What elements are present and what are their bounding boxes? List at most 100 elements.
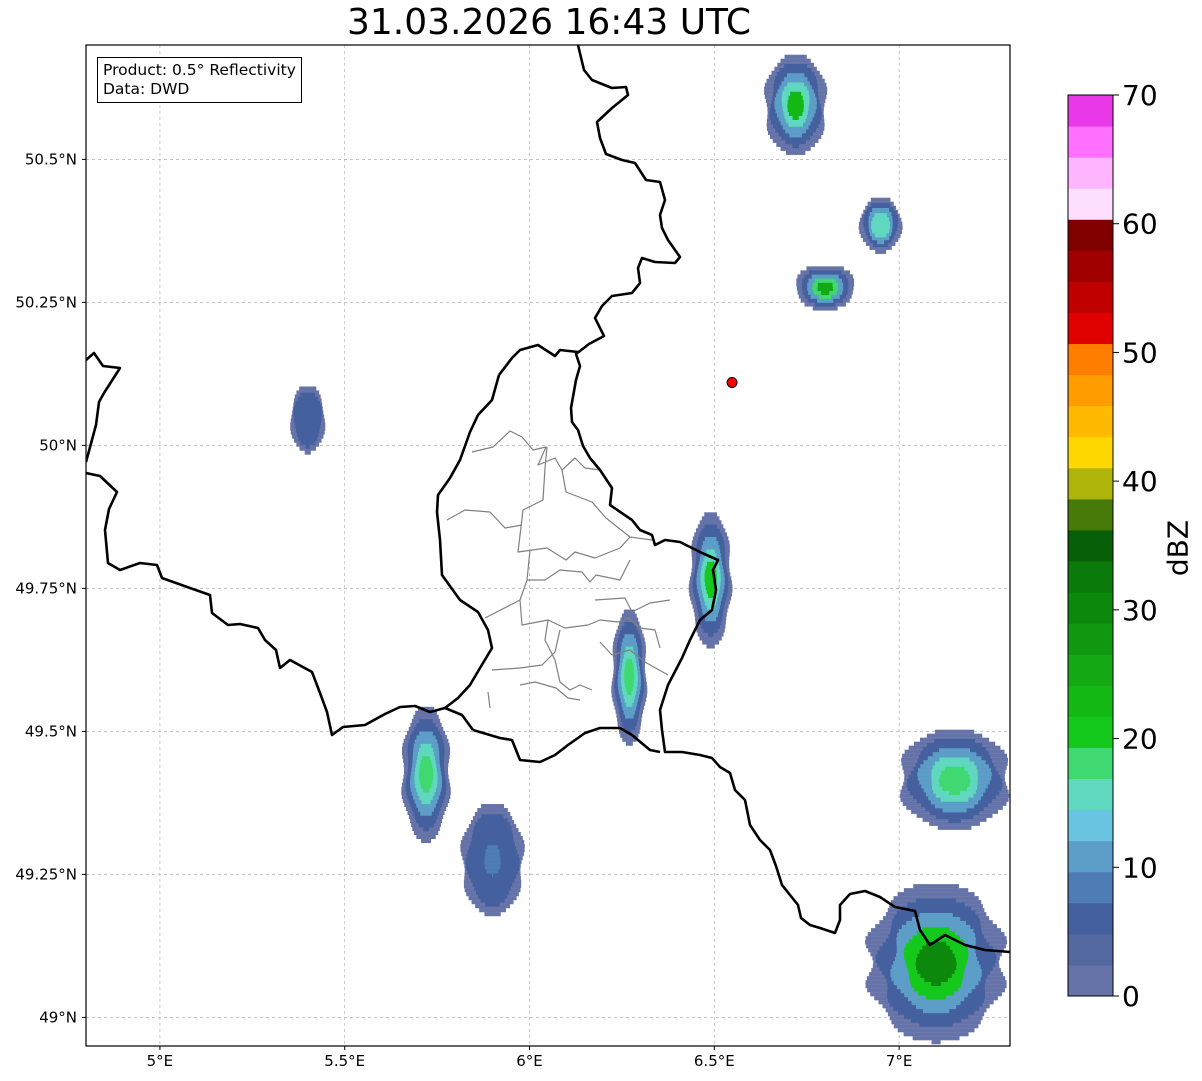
precip-bin — [939, 757, 970, 762]
precip-bin — [821, 290, 830, 296]
precip-bin — [416, 834, 436, 839]
colorbar-swatch — [1068, 871, 1113, 904]
colorbar-tick-label: 0 — [1122, 980, 1140, 1013]
precip-bin — [919, 1022, 953, 1027]
precip-bin — [819, 294, 832, 299]
precip-bin — [910, 1018, 962, 1023]
colorbar-swatch — [1068, 95, 1113, 127]
precip-bin — [922, 1008, 950, 1014]
precip-bin — [420, 811, 432, 816]
precip-bin — [299, 386, 317, 391]
colorbar-swatch — [1068, 685, 1113, 717]
precip-bin — [421, 838, 431, 843]
lat-tick-label: 49.25°N — [15, 865, 77, 883]
precip-bin — [701, 516, 720, 521]
precip-bin — [419, 719, 433, 724]
colorbar-swatch — [1068, 840, 1113, 873]
precip-bin — [623, 694, 636, 699]
precip-bin — [419, 768, 433, 773]
precip-bin — [786, 73, 805, 78]
precip-bin — [942, 808, 967, 813]
precip-bin — [303, 411, 312, 416]
precip-bin — [481, 804, 505, 809]
precip-bin — [925, 995, 947, 1000]
colorbar-swatch — [1068, 374, 1113, 407]
lon-tick-label: 7°E — [886, 1052, 913, 1070]
precip-bin — [937, 825, 972, 830]
precip-bin — [419, 795, 433, 801]
precip-bin — [944, 766, 965, 771]
precip-bin — [903, 1032, 969, 1037]
precip-bin — [874, 222, 887, 227]
precip-bin — [297, 396, 318, 401]
precip-bin — [620, 717, 638, 723]
precip-bin — [708, 632, 714, 637]
colorbar-tick-label: 40 — [1122, 465, 1158, 498]
precip-bin — [701, 528, 720, 533]
precip-bin — [477, 818, 508, 823]
colorbar-swatch — [1068, 467, 1113, 500]
precip-bin — [302, 419, 313, 424]
precip-bin — [784, 54, 807, 59]
precip-bin — [702, 640, 720, 645]
precip-bin — [939, 774, 970, 779]
colorbar-tick-label: 50 — [1122, 336, 1158, 369]
precip-bin — [907, 902, 965, 907]
precip-bin — [481, 814, 504, 819]
precip-bin — [418, 751, 435, 757]
precip-bin — [626, 658, 633, 664]
precip-bin — [705, 585, 716, 590]
precip-bin — [903, 1014, 969, 1019]
precip-bin — [785, 150, 806, 155]
precip-bin — [413, 714, 439, 719]
precip-bin — [780, 58, 811, 63]
precip-bin — [470, 878, 515, 883]
precip-bin — [784, 63, 808, 69]
precip-bin — [897, 892, 975, 897]
lat-tick-label: 50.5°N — [25, 150, 77, 168]
precip-bin — [623, 710, 636, 715]
precip-bin — [875, 218, 886, 223]
precip-bin — [416, 735, 436, 740]
precip-bin — [623, 725, 636, 731]
lon-tick-label: 5.5°E — [324, 1052, 365, 1070]
colorbar-tick-label: 20 — [1122, 723, 1158, 756]
precip-bin — [420, 760, 432, 765]
precip-bin — [414, 739, 438, 744]
precip-bin — [792, 143, 799, 149]
colorbar-swatch — [1068, 623, 1113, 655]
colorbar-swatch — [1068, 126, 1113, 158]
precip-bin — [625, 662, 634, 668]
colorbar-tick-label: 10 — [1122, 851, 1158, 884]
precip-bin — [416, 723, 436, 728]
precip-bin — [785, 129, 807, 134]
precip-cell — [796, 266, 855, 311]
colorbar-swatch — [1068, 809, 1113, 842]
precip-bin — [940, 797, 969, 802]
lat-tick-label: 49°N — [39, 1008, 77, 1026]
precip-bin — [296, 428, 320, 433]
precip-bin — [935, 729, 975, 734]
colorbar-swatch — [1068, 188, 1113, 220]
lat-tick-label: 50°N — [39, 436, 77, 454]
precip-bin — [484, 912, 501, 917]
precip-bin — [949, 790, 961, 795]
precip-bin — [934, 761, 975, 766]
precip-bin — [421, 799, 431, 805]
precip-bin — [934, 738, 976, 744]
precip-bin — [487, 845, 498, 850]
precip-bin — [783, 77, 808, 82]
colorbar-swatch — [1068, 405, 1113, 438]
precip-bin — [420, 743, 432, 749]
precip-bin — [298, 436, 318, 441]
precip-bin — [624, 670, 635, 676]
precip-bin — [871, 202, 891, 208]
precip-bin — [922, 945, 950, 950]
precip-bin — [413, 830, 439, 835]
precip-bin — [811, 274, 839, 279]
precip-bin — [870, 197, 891, 202]
precip-bin — [916, 898, 957, 903]
precip-bin — [627, 690, 632, 696]
colorbar-swatch — [1068, 157, 1113, 189]
precip-bin — [814, 302, 836, 307]
